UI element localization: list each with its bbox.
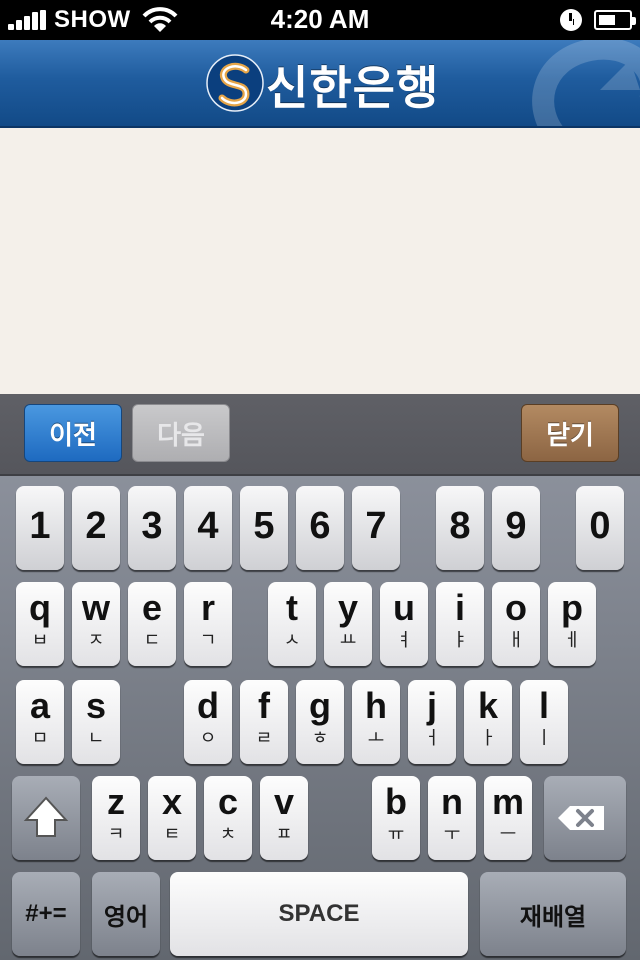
shift-arrow-icon — [23, 796, 69, 837]
key-l[interactable]: lㅣ — [520, 680, 568, 764]
key-3[interactable]: 3 — [128, 486, 176, 570]
alarm-clock-icon — [560, 9, 582, 31]
key-h[interactable]: hㅗ — [352, 680, 400, 764]
key-f[interactable]: fㄹ — [240, 680, 288, 764]
key-c[interactable]: cㅊ — [204, 776, 252, 860]
key-q[interactable]: qㅂ — [16, 582, 64, 666]
watermark-logo-icon — [532, 40, 640, 126]
key-8[interactable]: 8 — [436, 486, 484, 570]
key-m[interactable]: mㅡ — [484, 776, 532, 860]
key-x[interactable]: xㅌ — [148, 776, 196, 860]
app-header: 신한은행 — [0, 40, 640, 128]
key-z[interactable]: zㅋ — [92, 776, 140, 860]
backspace-icon — [558, 806, 604, 830]
key-n[interactable]: nㅜ — [428, 776, 476, 860]
key-r[interactable]: rㄱ — [184, 582, 232, 666]
key-2[interactable]: 2 — [72, 486, 120, 570]
key-v[interactable]: vㅍ — [260, 776, 308, 860]
key-u[interactable]: uㅕ — [380, 582, 428, 666]
form-toolbar: 이전 다음 닫기 — [0, 394, 640, 476]
key-y[interactable]: yㅛ — [324, 582, 372, 666]
key-g[interactable]: gㅎ — [296, 680, 344, 764]
key-t[interactable]: tㅅ — [268, 582, 316, 666]
next-button[interactable]: 다음 — [132, 404, 230, 462]
key-9[interactable]: 9 — [492, 486, 540, 570]
key-1[interactable]: 1 — [16, 486, 64, 570]
rearrange-key[interactable]: 재배열 — [480, 872, 626, 956]
content-area — [0, 128, 640, 394]
previous-button[interactable]: 이전 — [24, 404, 122, 462]
shift-key[interactable] — [12, 776, 80, 860]
key-i[interactable]: iㅑ — [436, 582, 484, 666]
status-time: 4:20 AM — [270, 4, 370, 34]
key-a[interactable]: aㅁ — [16, 680, 64, 764]
bank-logo-icon — [206, 54, 264, 112]
language-switch-key[interactable]: 영어 — [92, 872, 160, 956]
close-button[interactable]: 닫기 — [521, 404, 619, 462]
key-6[interactable]: 6 — [296, 486, 344, 570]
status-bar: SHOW 4:20 AM — [0, 0, 640, 40]
key-d[interactable]: dㅇ — [184, 680, 232, 764]
keyboard: 1 2 3 4 5 6 7 8 9 0 qㅂ wㅈ eㄷ rㄱ tㅅ yㅛ uㅕ… — [0, 476, 640, 960]
bank-title: 신한은행 — [266, 61, 440, 115]
battery-icon — [594, 10, 636, 30]
key-k[interactable]: kㅏ — [464, 680, 512, 764]
key-0[interactable]: 0 — [576, 486, 624, 570]
key-5[interactable]: 5 — [240, 486, 288, 570]
key-p[interactable]: pㅔ — [548, 582, 596, 666]
key-j[interactable]: jㅓ — [408, 680, 456, 764]
key-4[interactable]: 4 — [184, 486, 232, 570]
key-b[interactable]: bㅠ — [372, 776, 420, 860]
key-e[interactable]: eㄷ — [128, 582, 176, 666]
key-o[interactable]: oㅐ — [492, 582, 540, 666]
key-7[interactable]: 7 — [352, 486, 400, 570]
space-key[interactable]: SPACE — [170, 872, 468, 956]
key-s[interactable]: sㄴ — [72, 680, 120, 764]
delete-key[interactable] — [544, 776, 626, 860]
symbols-key[interactable]: #+= — [12, 872, 80, 956]
key-w[interactable]: wㅈ — [72, 582, 120, 666]
